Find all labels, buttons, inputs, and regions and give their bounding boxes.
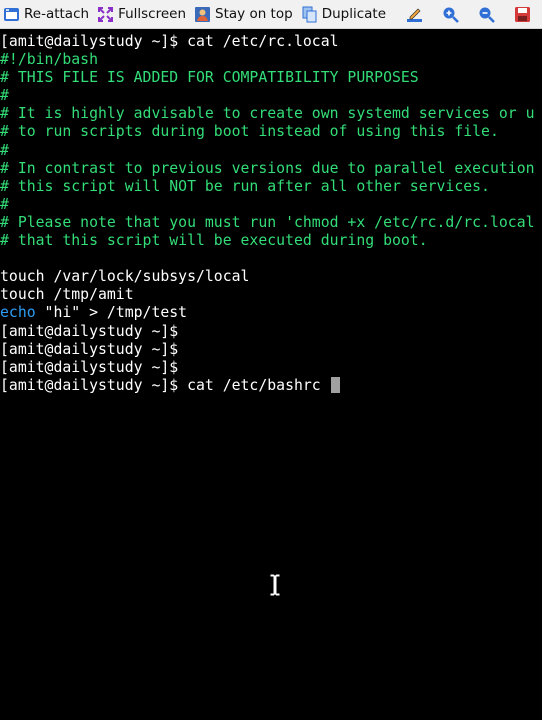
terminal-line: # In contrast to previous versions due t…: [0, 159, 535, 177]
edit-icon: [406, 6, 423, 23]
terminal-line: #: [0, 141, 9, 159]
stay-on-top-button[interactable]: Stay on top: [194, 0, 293, 28]
terminal-line: #!/bin/bash: [0, 51, 98, 69]
fullscreen-button[interactable]: Fullscreen: [97, 0, 186, 28]
fullscreen-label: Fullscreen: [118, 6, 187, 22]
terminal-line: #: [0, 87, 9, 105]
reattach-label: Re-attach: [24, 6, 90, 22]
terminal-line: # Please note that you must run 'chmod +…: [0, 213, 535, 231]
zoom-out-icon: [478, 6, 495, 23]
duplicate-label: Duplicate: [321, 6, 387, 22]
terminal-line: # this script will NOT be run after all …: [0, 177, 490, 195]
terminal-line: # It is highly advisable to create own s…: [0, 105, 535, 123]
terminal-output[interactable]: [amit@dailystudy ~]$ cat /etc/rc.local #…: [0, 33, 542, 720]
terminal-line: # to run scripts during boot instead of …: [0, 123, 499, 141]
terminal-line: # THIS FILE IS ADDED FOR COMPATIBILITY P…: [0, 69, 419, 87]
echo-keyword: echo: [0, 304, 36, 322]
terminal-prompt-line: [amit@dailystudy ~]$ cat /etc/bashrc: [0, 376, 542, 395]
zoom-out-button[interactable]: [473, 0, 499, 28]
terminal-line: echo "hi" > /tmp/test: [0, 304, 542, 322]
zoom-in-icon: [442, 6, 459, 23]
terminal-line: #: [0, 195, 9, 213]
terminal-line: [amit@dailystudy ~]$: [0, 358, 179, 376]
terminal-line: [amit@dailystudy ~]$ cat /etc/rc.local: [0, 33, 339, 50]
terminal-line: touch /tmp/amit: [0, 286, 134, 304]
echo-args: "hi" > /tmp/test: [35, 304, 188, 322]
save-icon: [514, 6, 531, 23]
duplicate-icon: [301, 6, 318, 23]
fullscreen-icon: [97, 6, 114, 23]
terminal-line: [amit@dailystudy ~]$: [0, 340, 179, 358]
zoom-in-button[interactable]: [437, 0, 463, 28]
stay-on-top-icon: [194, 6, 211, 23]
current-command: [amit@dailystudy ~]$ cat /etc/bashrc: [0, 376, 330, 394]
ibeam-cursor-icon: [268, 573, 282, 597]
save-button[interactable]: [509, 0, 535, 28]
reattach-icon: [3, 6, 20, 23]
text-cursor: [330, 376, 340, 393]
terminal-line: [amit@dailystudy ~]$: [0, 322, 179, 340]
stay-on-top-label: Stay on top: [215, 6, 293, 22]
reattach-button[interactable]: Re-attach: [3, 0, 89, 28]
terminal-line: touch /var/lock/subsys/local: [0, 268, 250, 286]
toolbar: Re-attach Fullscreen Stay on top Duplica…: [0, 0, 542, 29]
terminal-line: # that this script will be executed duri…: [0, 232, 428, 250]
duplicate-button[interactable]: Duplicate: [301, 0, 386, 28]
edit-button[interactable]: [401, 0, 427, 28]
